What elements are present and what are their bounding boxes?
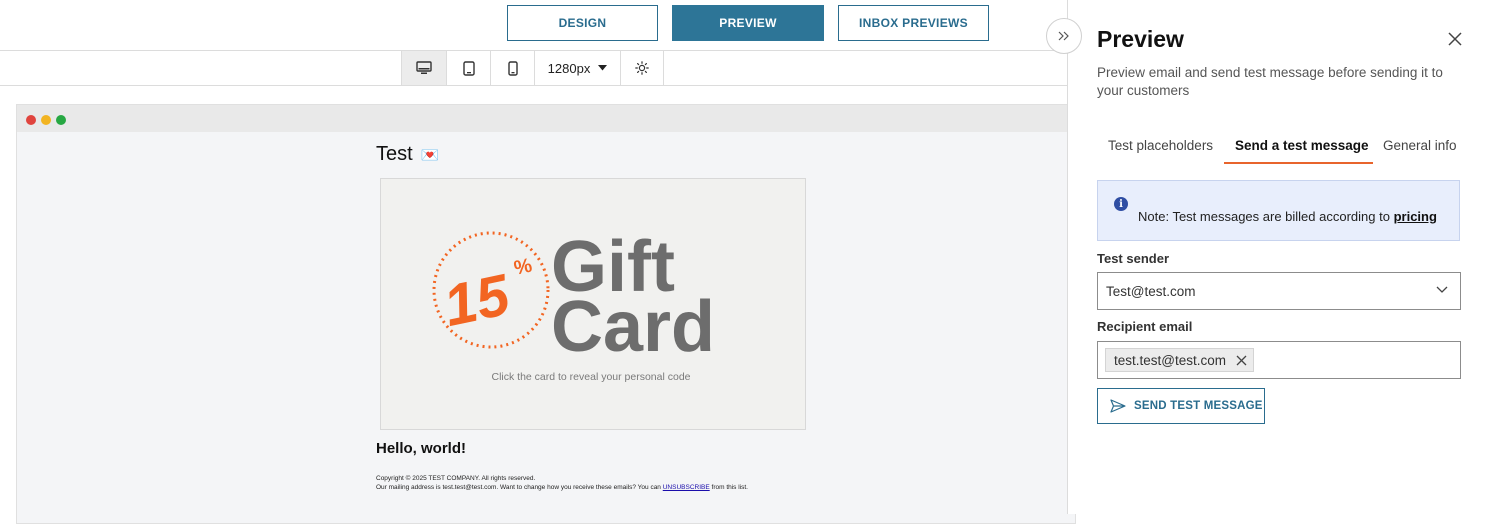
footer-copyright: Copyright © 2025 TEST COMPANY. All right… [376,475,536,482]
gift-card-image[interactable]: 15 % Gift Card Click the card to reveal … [380,178,806,430]
footer-address-text: Our mailing address is test.test@test.co… [376,484,661,491]
desktop-icon [416,61,432,74]
theme-toggle-button[interactable] [620,51,664,85]
email-preview-canvas: Test 💌 15 % Gift Card Click the card to … [16,104,1076,524]
send-test-message-label: SEND TEST MESSAGE [1134,400,1263,412]
recipient-email-field[interactable]: test.test@test.com [1097,341,1461,379]
send-test-message-button[interactable]: SEND TEST MESSAGE [1097,388,1265,424]
window-minimize-dot [41,115,51,125]
footer-address-suffix: from this list. [711,484,748,491]
width-dropdown[interactable]: 1280px [534,51,620,85]
mode-toolbar: DESIGN PREVIEW INBOX PREVIEWS [0,0,1067,51]
gift-caption: Click the card to reveal your personal c… [491,371,690,383]
tab-test-placeholders[interactable]: Test placeholders [1108,138,1213,164]
panel-description: Preview email and send test message befo… [1097,65,1443,98]
test-sender-label: Test sender [1097,251,1170,266]
close-icon [1448,32,1462,46]
close-panel-button[interactable] [1446,30,1464,48]
recipient-email-label: Recipient email [1097,319,1193,334]
caret-down-icon [598,65,608,71]
double-chevron-right-icon [1058,31,1069,41]
preview-panel: Preview Preview email and send test mess… [1067,0,1496,514]
editor-area: DESIGN PREVIEW INBOX PREVIEWS 1280px Tes… [0,0,1076,524]
mobile-icon [507,60,518,76]
billing-note: i Note: Test messages are billed accordi… [1097,180,1460,241]
active-tab-indicator [1224,162,1373,164]
gift-percent: 15 [438,262,515,339]
design-button[interactable]: DESIGN [507,5,658,41]
tablet-icon [462,60,475,76]
tab-general-info[interactable]: General info [1383,138,1457,164]
love-letter-emoji: 💌 [420,146,440,164]
email-subject: Test 💌 [376,143,439,166]
preview-button[interactable]: PREVIEW [672,5,824,41]
panel-title: Preview [1097,26,1184,52]
note-text: Note: Test messages are billed according… [1138,209,1437,224]
device-toolbar: 1280px [0,51,1067,86]
recipient-chip-text: test.test@test.com [1114,352,1226,368]
sun-icon [635,61,649,75]
mobile-view-button[interactable] [490,51,534,85]
test-sender-select[interactable]: Test@test.com [1097,272,1461,310]
desktop-view-button[interactable] [401,51,446,85]
send-icon [1110,399,1126,413]
recipient-chip: test.test@test.com [1105,348,1254,372]
tab-send-test-message[interactable]: Send a test message [1235,138,1369,164]
note-message: Note: Test messages are billed according… [1138,209,1390,224]
window-close-dot [26,115,36,125]
browser-chrome-bar [17,105,1075,132]
tablet-view-button[interactable] [446,51,490,85]
unsubscribe-link[interactable]: UNSUBSCRIBE [663,484,710,491]
info-icon: i [1114,197,1128,211]
gift-line2: Card [551,287,715,367]
test-sender-value: Test@test.com [1106,283,1196,299]
email-subject-text: Test [376,143,413,165]
email-footer: Copyright © 2025 TEST COMPANY. All right… [376,474,748,492]
width-value: 1280px [547,60,591,76]
window-maximize-dot [56,115,66,125]
collapse-panel-button[interactable] [1046,18,1082,54]
pricing-link[interactable]: pricing [1394,209,1437,224]
footer-address-line: Our mailing address is test.test@test.co… [376,483,748,492]
inbox-previews-button[interactable]: INBOX PREVIEWS [838,5,989,41]
email-greeting: Hello, world! [376,440,466,457]
gift-card-graphic: 15 % Gift Card Click the card to reveal … [432,227,715,383]
chevron-down-icon [1436,286,1448,293]
remove-recipient-icon[interactable] [1236,355,1247,366]
gift-percent-sign: % [512,255,534,280]
